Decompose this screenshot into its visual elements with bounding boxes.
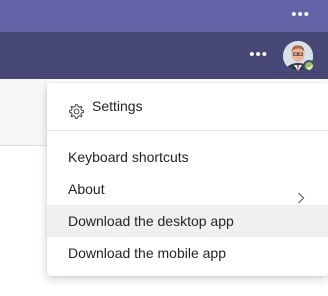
- profile-menu: Settings Keyboard shortcuts About Downlo…: [47, 83, 328, 276]
- menu-item-keyboard-shortcuts[interactable]: Keyboard shortcuts: [47, 141, 328, 173]
- more-options-icon[interactable]: •••: [249, 47, 268, 63]
- menu-item-label: Download the desktop app: [68, 213, 234, 229]
- menu-divider: [47, 130, 328, 131]
- menu-item-download-mobile-app[interactable]: Download the mobile app: [47, 237, 328, 269]
- window-titlebar: •••: [0, 0, 328, 32]
- menu-item-label: Settings: [92, 98, 143, 114]
- menu-item-label: Keyboard shortcuts: [68, 149, 189, 165]
- menu-item-settings[interactable]: Settings: [47, 89, 328, 123]
- gear-icon: [68, 98, 85, 132]
- menu-item-about[interactable]: About: [47, 173, 328, 205]
- content-divider: [0, 145, 47, 146]
- left-panel: [0, 79, 47, 145]
- menu-item-label: Download the mobile app: [68, 245, 226, 261]
- presence-status-icon: [303, 60, 315, 72]
- more-options-icon[interactable]: •••: [291, 7, 310, 23]
- app-header-bar: •••: [0, 32, 328, 79]
- menu-item-label: About: [68, 181, 105, 197]
- menu-item-download-desktop-app[interactable]: Download the desktop app: [47, 205, 328, 237]
